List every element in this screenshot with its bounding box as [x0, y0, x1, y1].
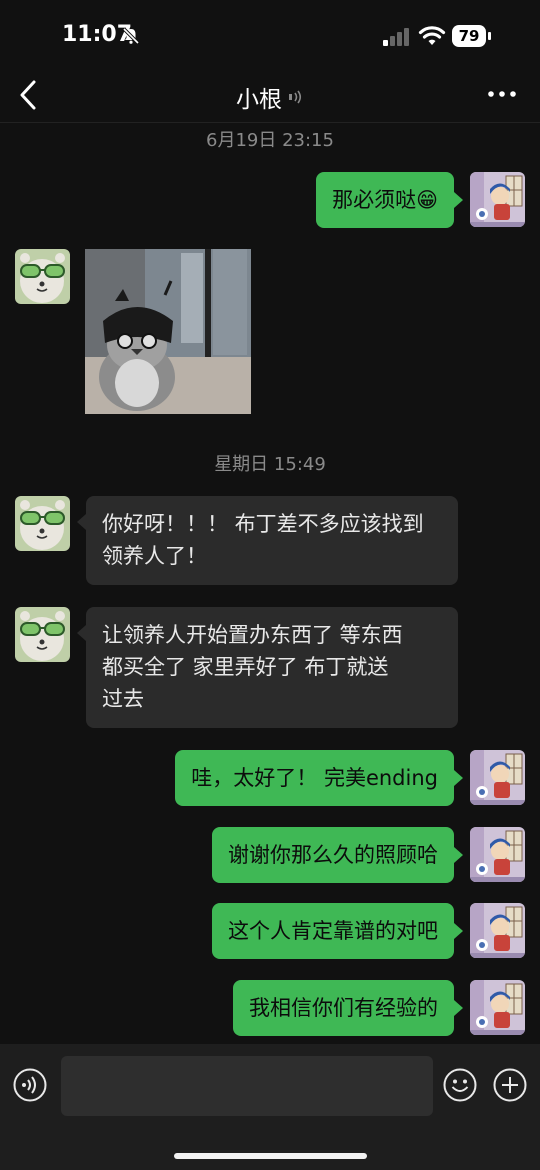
- bell-off-icon: [122, 27, 140, 45]
- message-bubble-me[interactable]: 这个人肯定靠谱的对吧: [212, 903, 454, 959]
- bubble-tail: [454, 192, 463, 208]
- message-text: 谢谢你那么久的照顾哈: [228, 843, 438, 867]
- message-bubble-me[interactable]: 哇，太好了！ 完美ending: [175, 750, 454, 806]
- bubble-tail: [454, 847, 463, 863]
- avatar-me[interactable]: [470, 750, 525, 805]
- message-bubble-other[interactable]: 让领养人开始置办东西了 等东西 都买全了 家里弄好了 布丁就送 过去: [86, 607, 458, 728]
- cellular-signal-icon: [383, 28, 409, 46]
- bubble-tail: [454, 923, 463, 939]
- avatar-other[interactable]: [15, 496, 70, 551]
- avatar-other[interactable]: [15, 607, 70, 662]
- message-text-line: 过去: [102, 687, 144, 711]
- plus-icon[interactable]: [493, 1068, 527, 1102]
- chat-title-bar: 小根: [0, 80, 540, 114]
- timestamp: 星期日 15:49: [214, 454, 326, 475]
- voice-input-icon[interactable]: [13, 1068, 47, 1102]
- avatar-me[interactable]: [470, 903, 525, 958]
- sound-wave-icon: [289, 90, 302, 104]
- battery-level: 79: [458, 27, 480, 45]
- more-dots-icon[interactable]: [486, 84, 518, 104]
- message-text-line: 都买全了 家里弄好了 布丁就送: [102, 655, 389, 679]
- message-bubble-other[interactable]: 你好呀！！！ 布丁差不多应该找到 领养人了！: [86, 496, 458, 585]
- avatar-other[interactable]: [15, 249, 70, 304]
- battery-indicator: 79: [452, 25, 492, 47]
- message-text-line: 让领养人开始置办东西了 等东西: [102, 623, 403, 647]
- chat-title: 小根: [236, 87, 282, 113]
- timestamp: 6月19日 23:15: [206, 130, 334, 151]
- avatar-me[interactable]: [470, 827, 525, 882]
- message-text: 那必须哒😁: [332, 188, 438, 212]
- message-input[interactable]: [61, 1056, 433, 1116]
- bubble-tail: [77, 625, 86, 641]
- message-bubble-me[interactable]: 那必须哒😁: [316, 172, 454, 228]
- bubble-tail: [77, 514, 86, 530]
- battery-nub: [488, 32, 491, 40]
- bubble-tail: [454, 1000, 463, 1016]
- message-bubble-me[interactable]: 我相信你们有经验的: [233, 980, 454, 1036]
- message-bubble-me[interactable]: 谢谢你那么久的照顾哈: [212, 827, 454, 883]
- home-indicator: [174, 1153, 367, 1159]
- wifi-icon: [418, 26, 446, 45]
- emoji-icon[interactable]: [443, 1068, 477, 1102]
- avatar-me[interactable]: [470, 172, 525, 227]
- nav-divider: [0, 122, 540, 123]
- avatar-me[interactable]: [470, 980, 525, 1035]
- message-text-line: 你好呀！！！ 布丁差不多应该找到: [102, 512, 424, 536]
- message-text-line: 领养人了！: [102, 544, 207, 568]
- message-text: 哇，太好了！ 完美ending: [191, 766, 438, 790]
- message-text: 我相信你们有经验的: [249, 996, 438, 1020]
- penguin-photo[interactable]: [85, 249, 251, 414]
- bubble-tail: [454, 770, 463, 786]
- message-text: 这个人肯定靠谱的对吧: [228, 919, 438, 943]
